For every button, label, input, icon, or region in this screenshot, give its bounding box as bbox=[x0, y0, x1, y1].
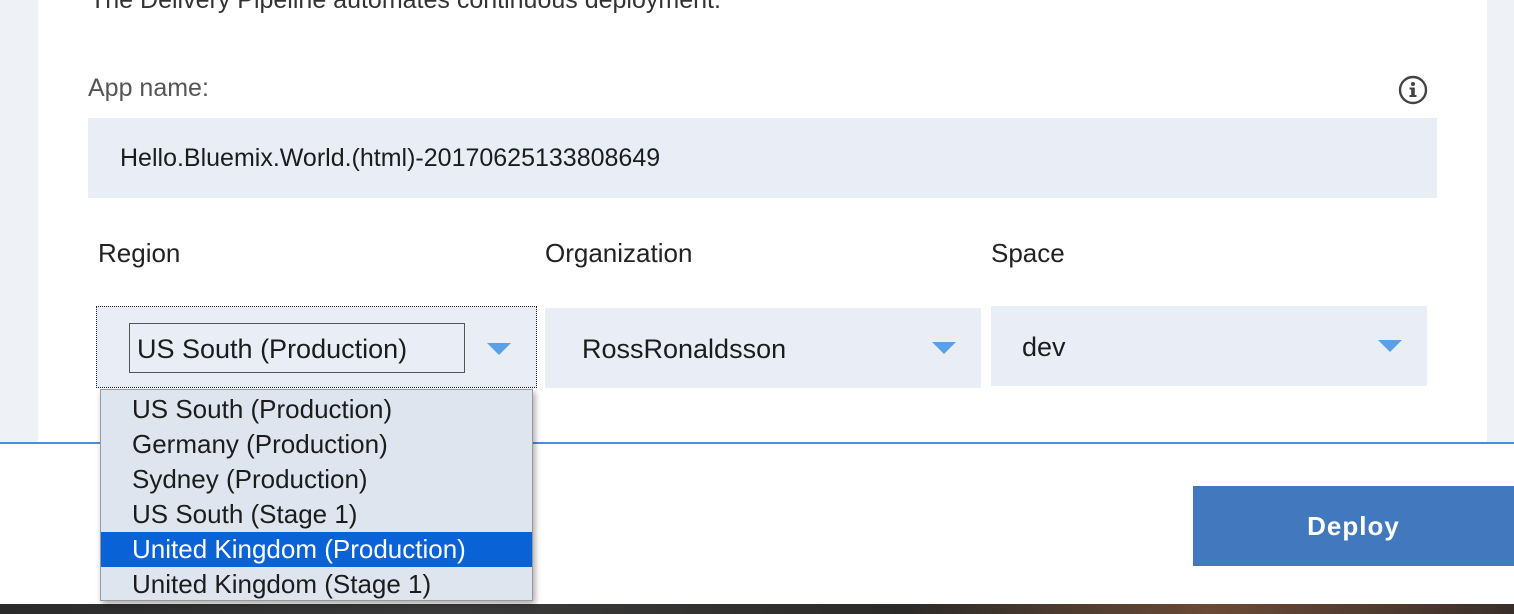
region-select[interactable]: US South (Production) bbox=[96, 306, 537, 388]
organization-label: Organization bbox=[545, 238, 693, 268]
chevron-down-icon bbox=[1378, 340, 1402, 352]
desktop-background bbox=[0, 604, 1514, 614]
space-select[interactable]: dev bbox=[991, 306, 1427, 386]
chevron-down-icon bbox=[932, 342, 956, 354]
space-select-value: dev bbox=[1022, 332, 1066, 362]
app-name-label: App name: bbox=[88, 74, 209, 102]
region-select-value: US South (Production) bbox=[137, 334, 408, 364]
region-option-us-south-production[interactable]: US South (Production) bbox=[101, 392, 532, 427]
region-option-sydney-production[interactable]: Sydney (Production) bbox=[101, 462, 532, 497]
region-option-germany-production[interactable]: Germany (Production) bbox=[101, 427, 532, 462]
region-option-us-south-stage-1[interactable]: US South (Stage 1) bbox=[101, 497, 532, 532]
region-option-united-kingdom-production[interactable]: United Kingdom (Production) bbox=[101, 532, 532, 567]
chevron-down-icon bbox=[487, 343, 511, 355]
organization-select-value: RossRonaldsson bbox=[582, 334, 787, 364]
app-name-input[interactable] bbox=[88, 118, 1437, 198]
deploy-button[interactable]: Deploy bbox=[1193, 486, 1514, 566]
region-label: Region bbox=[98, 238, 181, 268]
organization-select[interactable]: RossRonaldsson bbox=[545, 308, 981, 388]
pipeline-description: The Delivery Pipeline automates continuo… bbox=[90, 0, 721, 14]
region-option-united-kingdom-stage-1[interactable]: United Kingdom (Stage 1) bbox=[101, 567, 532, 602]
space-label: Space bbox=[991, 238, 1065, 268]
region-dropdown-list[interactable]: US South (Production) Germany (Productio… bbox=[100, 389, 533, 601]
info-icon[interactable] bbox=[1398, 75, 1428, 105]
